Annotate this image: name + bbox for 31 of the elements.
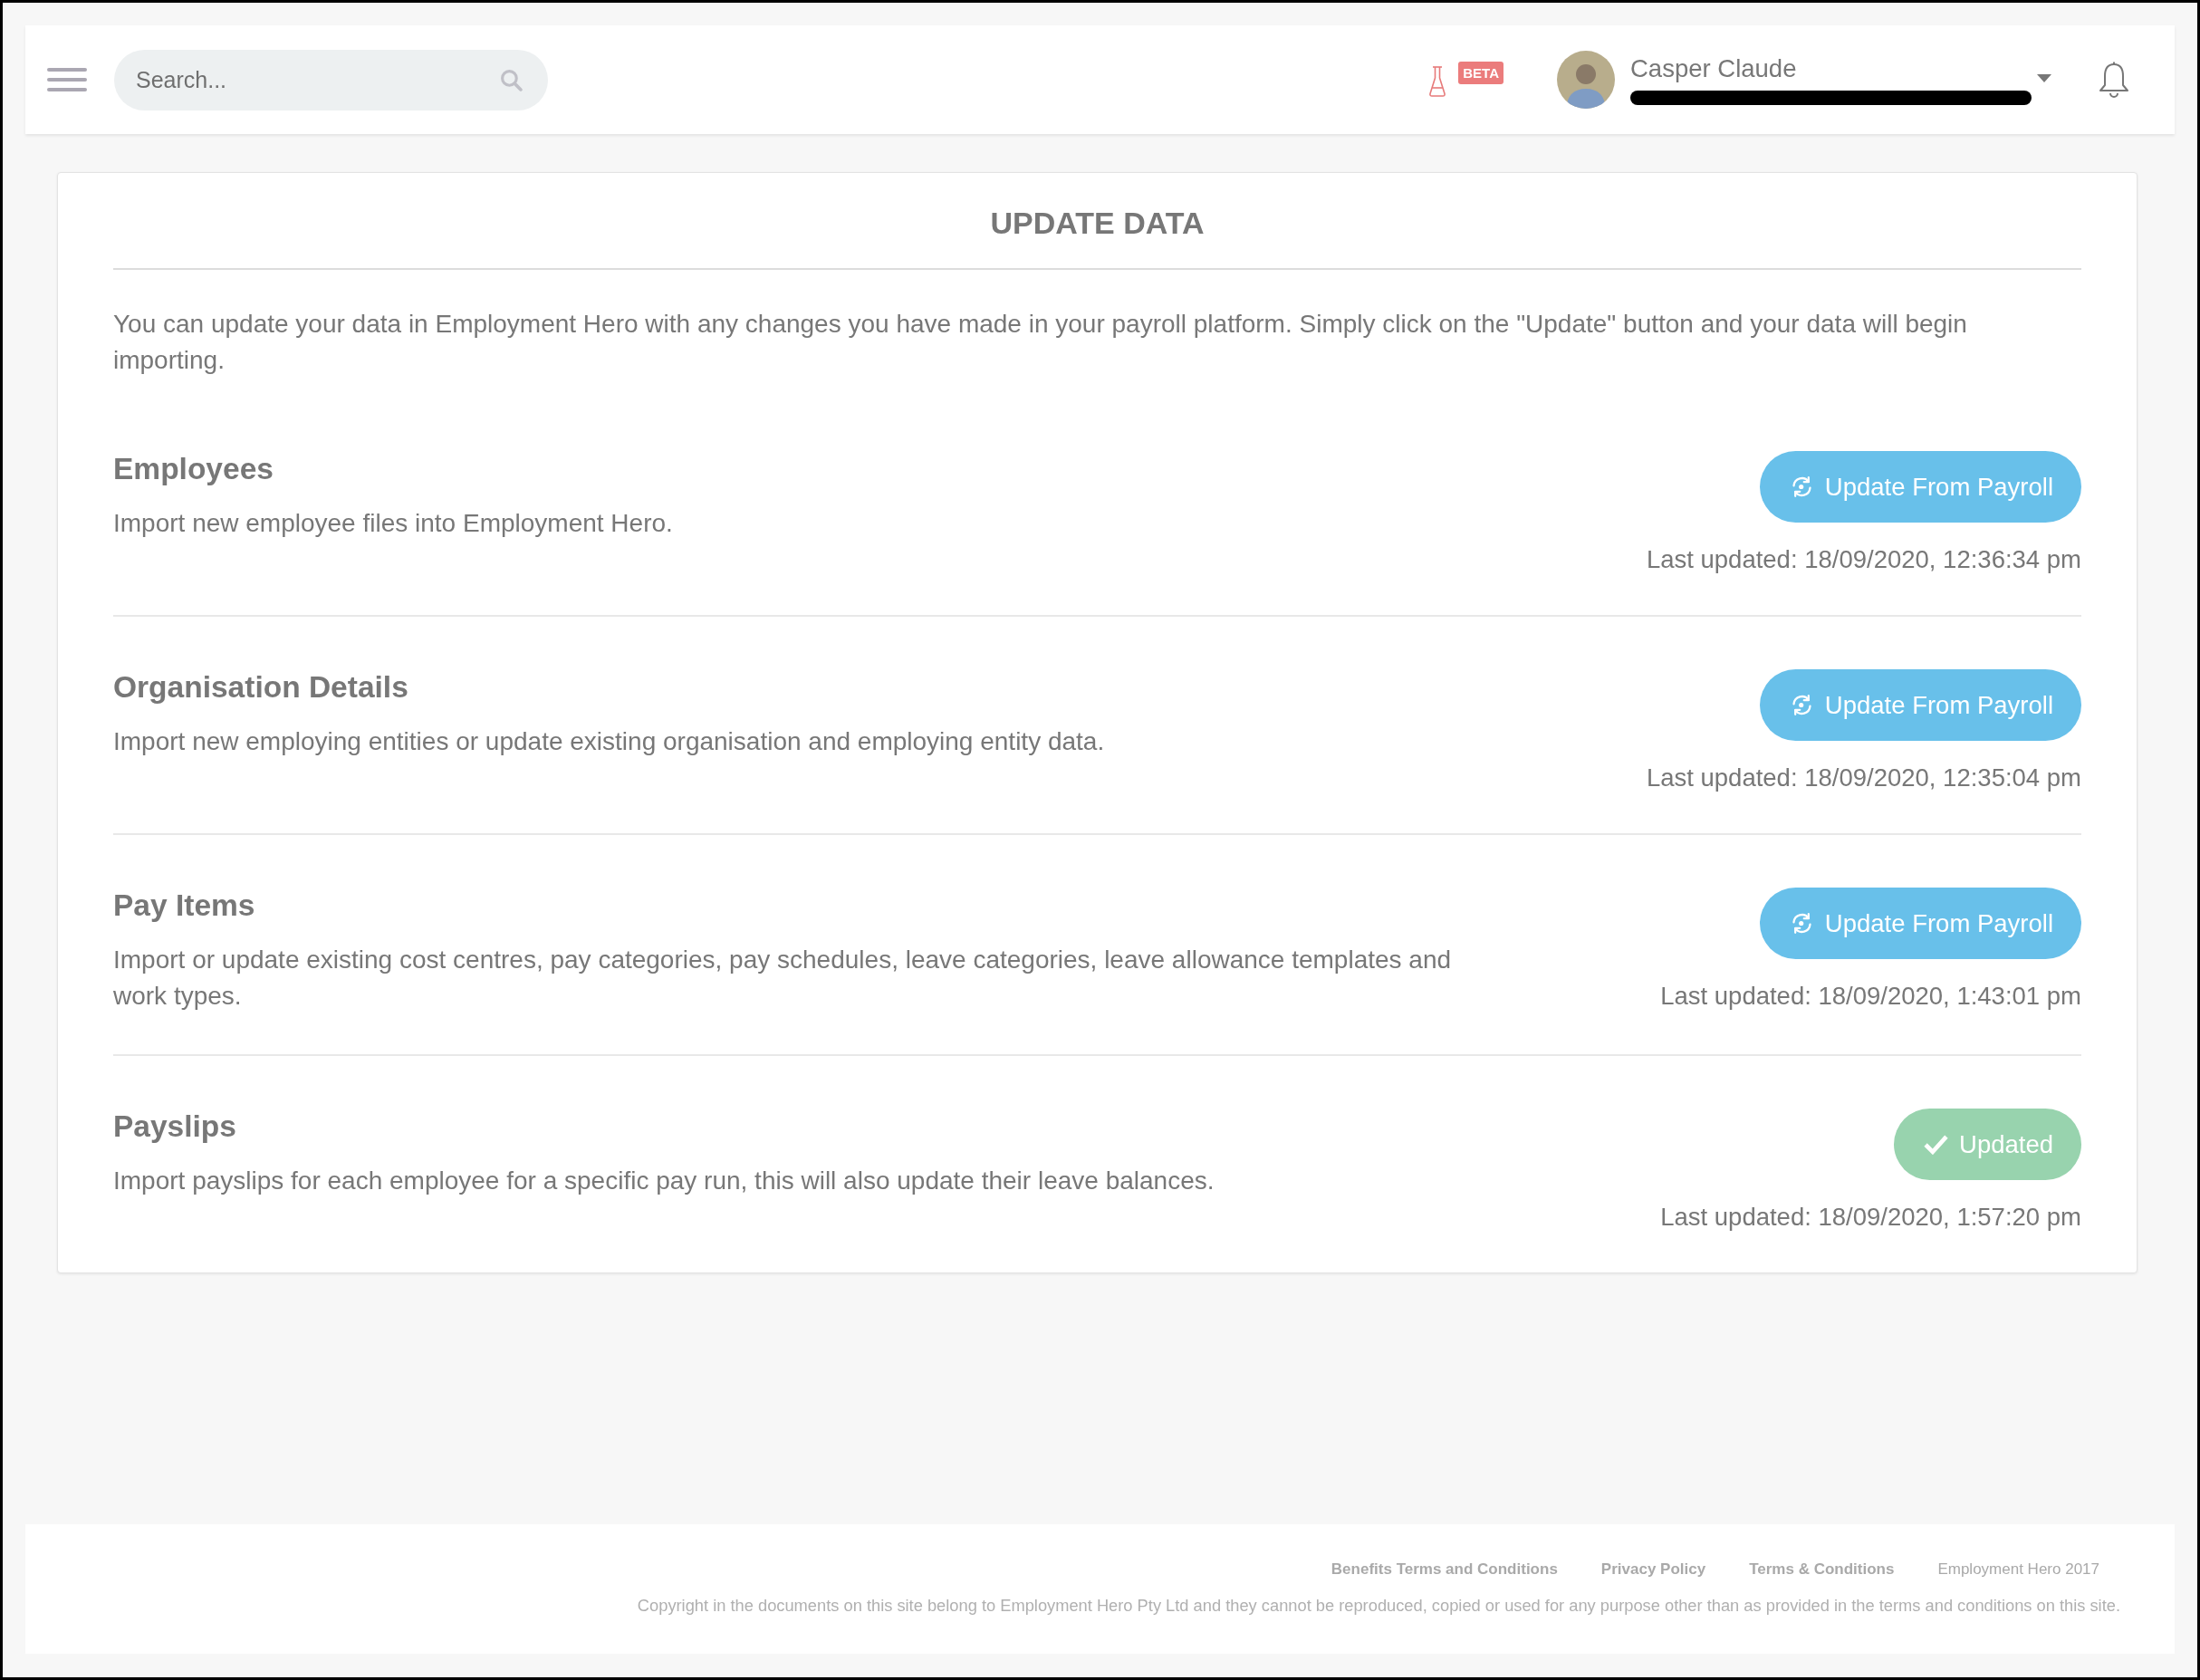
beta-badge: BETA xyxy=(1458,62,1503,84)
updated-button[interactable]: Updated xyxy=(1894,1109,2081,1180)
page-title: UPDATE DATA xyxy=(989,205,1206,242)
last-updated-text: Last updated: 18/09/2020, 1:43:01 pm xyxy=(1660,981,2081,1012)
menu-icon[interactable] xyxy=(47,68,87,91)
section-description: Import new employee files into Employment Hero. xyxy=(113,508,673,539)
section-heading: Employees xyxy=(113,451,274,487)
update-button[interactable]: Update From Payroll xyxy=(1759,451,2081,523)
section-heading: Payslips xyxy=(113,1109,237,1145)
caret-icon[interactable] xyxy=(2037,73,2051,82)
footer-link[interactable]: Terms & Conditions xyxy=(1749,1559,1895,1580)
last-updated-text: Last updated: 18/09/2020, 12:35:04 pm xyxy=(1646,763,2081,793)
search-field[interactable]: Search... xyxy=(114,49,548,110)
update-button[interactable]: Update From Payroll xyxy=(1759,669,2081,741)
footer-link[interactable]: Benefits Terms and Conditions xyxy=(1331,1559,1558,1580)
section-heading: Pay Items xyxy=(113,888,256,924)
user-name[interactable]: Casper Claude xyxy=(1630,54,2033,83)
section-description: Import new employing entities or update existing organisation and employing entity data. xyxy=(113,726,1105,757)
section-description: Import payslips for each employee for a specific pay run, this will also update their leave balances. xyxy=(113,1166,1215,1196)
flask-icon[interactable] xyxy=(1428,65,1447,98)
bell-icon[interactable] xyxy=(2099,61,2129,99)
check-icon xyxy=(1924,1134,1948,1155)
copyright-text: Copyright in the documents on this site belong to Employment Hero Pty Ltd and they cannot be reproduced, copied or used for any purpose other than as provided in the terms and conditions on this site. xyxy=(636,1595,2120,1617)
last-updated-text: Last updated: 18/09/2020, 1:57:20 pm xyxy=(1660,1202,2081,1233)
intro-text: You can update your data in Employment Hero with any changes you have made in your payroll platform. Simply click on the "Update" button and your data will begin importing. xyxy=(113,309,1968,376)
update-button[interactable]: Update From Payroll xyxy=(1759,888,2081,959)
last-updated-text: Last updated: 18/09/2020, 12:36:34 pm xyxy=(1646,544,2081,575)
section-description: Import or update existing cost centres, pay categories, pay schedules, leave categories, leave allowance templates and work types. xyxy=(113,945,1453,1012)
footer-text: Employment Hero 2017 xyxy=(1937,1560,2099,1579)
footer-link[interactable]: Privacy Policy xyxy=(1600,1559,1706,1580)
section-heading: Organisation Details xyxy=(113,669,409,706)
